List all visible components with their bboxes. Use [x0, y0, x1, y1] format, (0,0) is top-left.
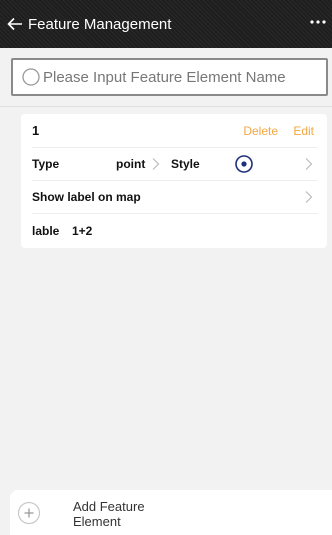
chevron-right-icon[interactable]	[151, 157, 161, 171]
feature-header-row: 1 Delete Edit	[32, 114, 318, 148]
chevron-right-icon[interactable]	[304, 190, 314, 204]
edit-button[interactable]: Edit	[293, 124, 314, 138]
delete-button[interactable]: Delete	[243, 124, 278, 138]
search-box[interactable]	[11, 58, 328, 96]
feature-card: 1 Delete Edit Type point Style Show labe…	[21, 114, 327, 248]
add-feature-label[interactable]: Add Feature Element	[73, 499, 183, 529]
feature-name: 1	[32, 123, 40, 138]
arrow-left-icon[interactable]	[6, 15, 24, 33]
point-symbol-icon[interactable]	[234, 154, 254, 174]
add-feature-bar[interactable]: Add Feature Element	[10, 490, 332, 535]
chevron-right-icon[interactable]	[304, 157, 314, 171]
more-horizontal-icon[interactable]	[308, 16, 328, 28]
search-bar	[0, 48, 332, 107]
type-style-row: Type point Style	[32, 147, 318, 181]
type-label: Type	[32, 156, 60, 171]
page-title: Feature Management	[28, 15, 172, 33]
lable-label: lable	[32, 223, 60, 238]
plus-circle-icon[interactable]	[17, 501, 41, 525]
type-value[interactable]: point	[116, 157, 145, 171]
lable-value: 1+2	[72, 223, 93, 238]
show-label-text: Show label on map	[32, 189, 141, 204]
search-input[interactable]	[43, 68, 326, 86]
show-label-row[interactable]: Show label on map	[32, 180, 318, 214]
top-bar: Feature Management	[0, 0, 332, 48]
lable-row: lable 1+2	[32, 214, 318, 247]
style-label: Style	[171, 156, 200, 171]
search-icon	[22, 68, 40, 86]
